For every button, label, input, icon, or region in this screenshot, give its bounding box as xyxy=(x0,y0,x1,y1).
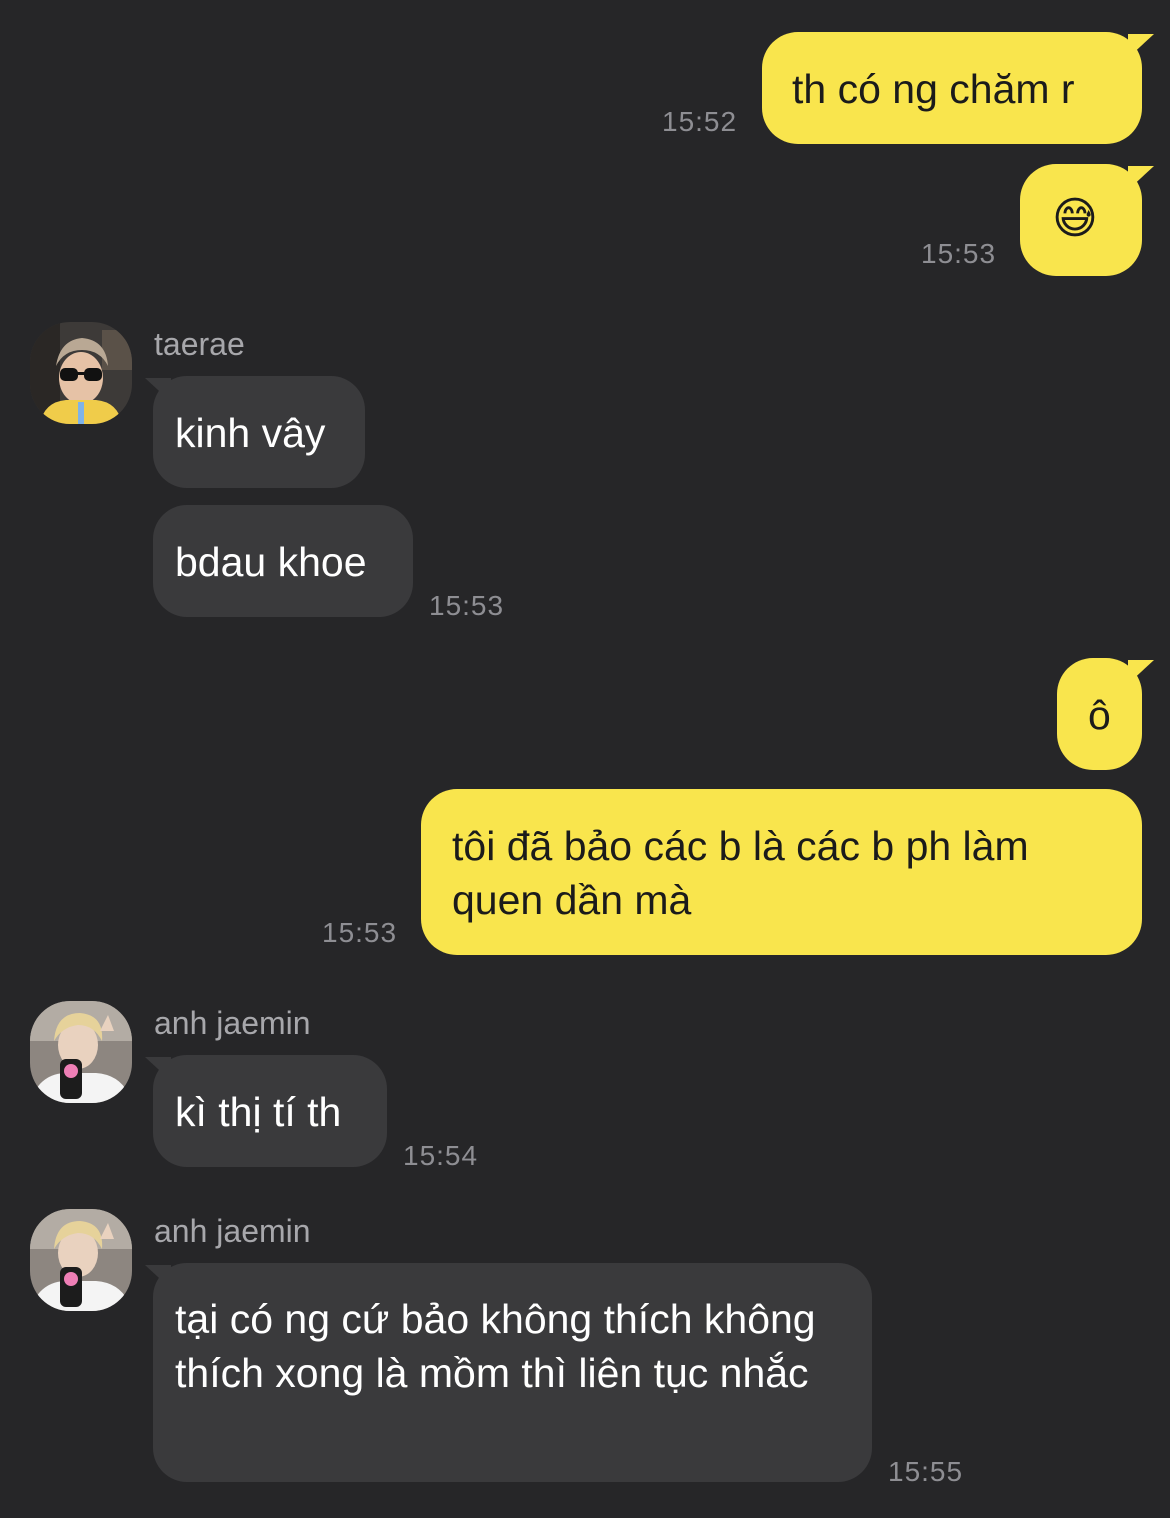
bubble-tail xyxy=(145,1265,171,1289)
bubble-tail xyxy=(1128,166,1154,190)
incoming-message-bubble[interactable]: bdau khoe xyxy=(153,505,413,617)
avatar-image xyxy=(30,1001,132,1103)
message-text: tôi đã bảo các b là các b ph làm quen dầ… xyxy=(452,823,1029,923)
message-text: th có ng chăm r xyxy=(792,66,1075,112)
sender-name: anh jaemin xyxy=(154,1005,311,1041)
message-text: bdau khoe xyxy=(175,539,367,585)
message-timestamp: 15:55 xyxy=(888,1456,964,1487)
incoming-message-bubble[interactable]: tại có ng cứ bảo không thích không thích… xyxy=(153,1263,872,1482)
outgoing-message-bubble[interactable]: tôi đã bảo các b là các b ph làm quen dầ… xyxy=(421,789,1142,955)
message-timestamp: 15:52 xyxy=(662,106,738,137)
bubble-tail xyxy=(145,378,171,402)
avatar-image xyxy=(30,1209,132,1311)
avatar-anh-jaemin[interactable] xyxy=(30,1001,132,1103)
bubble-tail xyxy=(1128,34,1154,58)
sender-name: anh jaemin xyxy=(154,1213,311,1249)
avatar-taerae[interactable] xyxy=(30,322,132,424)
bubble-tail xyxy=(1128,660,1154,684)
incoming-message-bubble[interactable]: kì thị tí th xyxy=(153,1055,387,1167)
avatar-anh-jaemin[interactable] xyxy=(30,1209,132,1311)
bubble-tail xyxy=(145,1057,171,1081)
message-timestamp: 15:54 xyxy=(403,1140,479,1171)
message-timestamp: 15:53 xyxy=(322,917,398,948)
message-text: tại có ng cứ bảo không thích không thích… xyxy=(175,1296,816,1396)
message-text: ô xyxy=(1088,692,1111,738)
message-text: kì thị tí th xyxy=(175,1089,342,1135)
message-timestamp: 15:53 xyxy=(429,590,505,621)
sender-name: taerae xyxy=(154,326,245,362)
grinning-sweat-emoji-icon: 😅 xyxy=(1052,194,1098,243)
avatar-image xyxy=(30,322,132,424)
outgoing-message-bubble[interactable]: th có ng chăm r xyxy=(762,32,1142,144)
incoming-message-bubble[interactable]: kinh vây xyxy=(153,376,365,488)
outgoing-message-bubble[interactable]: 😅 xyxy=(1020,164,1142,276)
message-timestamp: 15:53 xyxy=(921,238,997,269)
message-text: kinh vây xyxy=(175,410,326,456)
